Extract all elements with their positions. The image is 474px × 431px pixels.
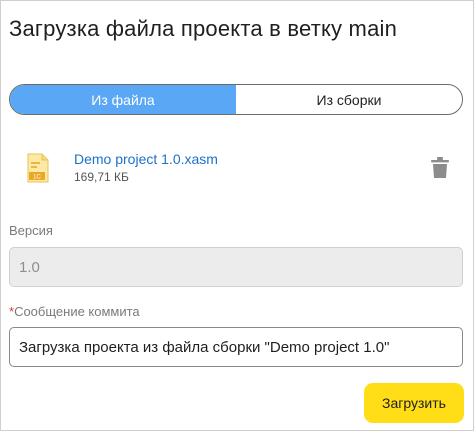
commit-label: *Сообщение коммита: [9, 304, 140, 319]
file-badge: 1С: [33, 175, 41, 181]
dialog-title: Загрузка файла проекта в ветку main: [9, 16, 398, 41]
commit-message-field[interactable]: [9, 327, 463, 367]
file-size: 169,71 КБ: [74, 170, 129, 184]
file-name-link[interactable]: Demo project 1.0.xasm: [74, 151, 218, 167]
commit-label-text: Сообщение коммита: [14, 304, 140, 319]
version-label: Версия: [9, 223, 53, 238]
trash-icon[interactable]: [431, 157, 449, 179]
xasm-file-icon: 1С: [27, 153, 49, 183]
source-tabs: Из файла Из сборки: [9, 84, 463, 115]
version-field: [9, 247, 463, 287]
attached-file: 1С Demo project 1.0.xasm 169,71 КБ: [27, 151, 457, 191]
tab-from-build[interactable]: Из сборки: [236, 85, 462, 114]
tab-from-file[interactable]: Из файла: [10, 85, 236, 114]
upload-dialog: Загрузка файла проекта в ветку main Из ф…: [0, 0, 474, 431]
upload-button[interactable]: Загрузить: [364, 383, 464, 423]
